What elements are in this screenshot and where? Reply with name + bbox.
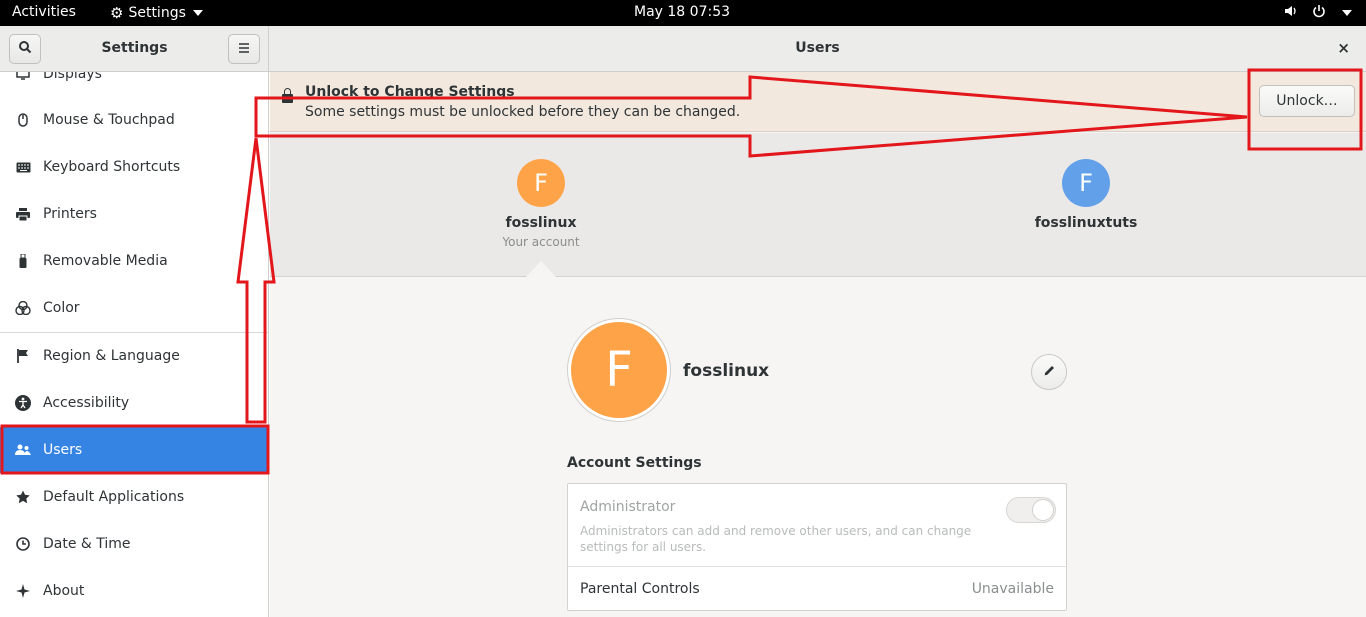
volume-icon xyxy=(1284,4,1298,22)
mouse-icon xyxy=(15,112,31,128)
close-icon: × xyxy=(1337,39,1350,57)
star-icon xyxy=(15,489,31,505)
user-name: fosslinuxtuts xyxy=(1034,215,1138,231)
user-name: fosslinux xyxy=(505,215,577,231)
user-subtitle: Your account xyxy=(502,235,580,249)
sidebar-item-label: Region & Language xyxy=(43,348,180,364)
gear-icon: ⚙ xyxy=(110,4,124,22)
user-avatar-large[interactable]: F xyxy=(567,318,671,422)
unlock-button[interactable]: Unlock… xyxy=(1259,85,1355,117)
page-title: Users xyxy=(795,40,840,56)
flag-icon xyxy=(15,348,31,364)
infobar-message: Some settings must be unlocked before th… xyxy=(305,104,741,120)
sidebar-header: Settings xyxy=(0,26,269,72)
sidebar-item-printers[interactable]: Printers xyxy=(0,191,268,237)
parental-controls-value: Unavailable xyxy=(971,581,1054,597)
caret-down-icon xyxy=(1342,10,1352,16)
administrator-label: Administrator xyxy=(580,499,676,515)
sidebar-item-keyboard-shortcuts[interactable]: Keyboard Shortcuts xyxy=(0,144,268,190)
color-icon xyxy=(15,300,31,316)
menu-button[interactable] xyxy=(228,34,260,64)
app-menu-label: Settings xyxy=(128,5,186,21)
infobar-title: Unlock to Change Settings xyxy=(305,84,515,100)
sidebar-item-displays[interactable]: Displays xyxy=(0,72,268,97)
sidebar-item-label: Keyboard Shortcuts xyxy=(43,159,181,175)
sidebar-item-users[interactable]: Users xyxy=(0,427,268,473)
close-button[interactable]: × xyxy=(1337,39,1350,57)
users-icon xyxy=(15,442,31,458)
toggle-knob xyxy=(1032,499,1054,521)
administrator-toggle[interactable] xyxy=(1006,497,1056,523)
lock-icon xyxy=(282,88,293,103)
top-bar: Activities ⚙ Settings May 18 07:53 xyxy=(0,0,1366,26)
account-settings-heading: Account Settings xyxy=(567,455,702,471)
edit-name-button[interactable] xyxy=(1031,354,1067,390)
sidebar-item-label: Accessibility xyxy=(43,395,130,411)
sparkle-icon xyxy=(15,583,31,599)
clock[interactable]: May 18 07:53 xyxy=(634,4,730,20)
parental-controls-label: Parental Controls xyxy=(580,581,700,597)
sidebar-item-default-applications[interactable]: Default Applications xyxy=(0,474,268,520)
app-menu[interactable]: ⚙ Settings xyxy=(110,4,203,22)
printer-icon xyxy=(15,206,31,222)
selection-pointer xyxy=(526,261,556,277)
sidebar-item-label: Displays xyxy=(43,72,102,82)
window-headerbar: Settings Users × xyxy=(0,26,1366,72)
sidebar-item-label: Users xyxy=(43,442,83,458)
power-icon xyxy=(1312,4,1326,22)
avatar: F xyxy=(517,159,565,207)
sidebar-item-about[interactable]: About xyxy=(0,568,268,614)
clock-icon xyxy=(15,536,31,552)
sidebar-item-region-language[interactable]: Region & Language xyxy=(0,333,268,379)
administrator-description: Administrators can add and remove other … xyxy=(580,524,972,554)
system-tray[interactable] xyxy=(1284,4,1352,22)
user-card-fosslinuxtuts[interactable]: F fosslinuxtuts xyxy=(1006,159,1166,231)
sidebar-item-label: Removable Media xyxy=(43,253,168,269)
sidebar-item-label: Date & Time xyxy=(43,536,131,552)
keyboard-icon xyxy=(15,159,31,175)
accessibility-icon xyxy=(15,395,31,411)
sidebar[interactable]: Displays Mouse & Touchpad Keyboard Short… xyxy=(0,72,269,617)
users-panel: Unlock to Change Settings Some settings … xyxy=(270,72,1366,617)
display-icon xyxy=(15,72,31,82)
sidebar-item-label: About xyxy=(43,583,85,599)
user-card-fosslinux[interactable]: F fosslinux Your account xyxy=(461,159,621,249)
hamburger-icon xyxy=(238,41,250,57)
unlock-infobar: Unlock to Change Settings Some settings … xyxy=(270,72,1366,132)
parental-controls-row[interactable]: Parental Controls Unavailable xyxy=(568,568,1066,610)
sidebar-item-color[interactable]: Color xyxy=(0,285,268,331)
sidebar-item-date-time[interactable]: Date & Time xyxy=(0,521,268,567)
usb-icon xyxy=(15,253,31,269)
avatar: F xyxy=(1062,159,1110,207)
activities-button[interactable]: Activities xyxy=(12,4,76,20)
sidebar-item-label: Default Applications xyxy=(43,489,185,505)
account-settings-list: Administrator Administrators can add and… xyxy=(567,483,1067,611)
administrator-row: Administrator Administrators can add and… xyxy=(568,484,1066,567)
sidebar-item-accessibility[interactable]: Accessibility xyxy=(0,380,268,426)
sidebar-item-removable-media[interactable]: Removable Media xyxy=(0,238,268,284)
avatar: F xyxy=(571,322,667,418)
sidebar-item-mouse-touchpad[interactable]: Mouse & Touchpad xyxy=(0,97,268,143)
caret-down-icon xyxy=(192,10,203,16)
user-full-name: fosslinux xyxy=(683,361,770,381)
pencil-icon xyxy=(1043,364,1056,381)
user-list: F fosslinux Your account F fosslinuxtuts xyxy=(270,133,1366,277)
sidebar-item-label: Color xyxy=(43,300,80,316)
sidebar-item-label: Printers xyxy=(43,206,97,222)
sidebar-item-label: Mouse & Touchpad xyxy=(43,112,175,128)
